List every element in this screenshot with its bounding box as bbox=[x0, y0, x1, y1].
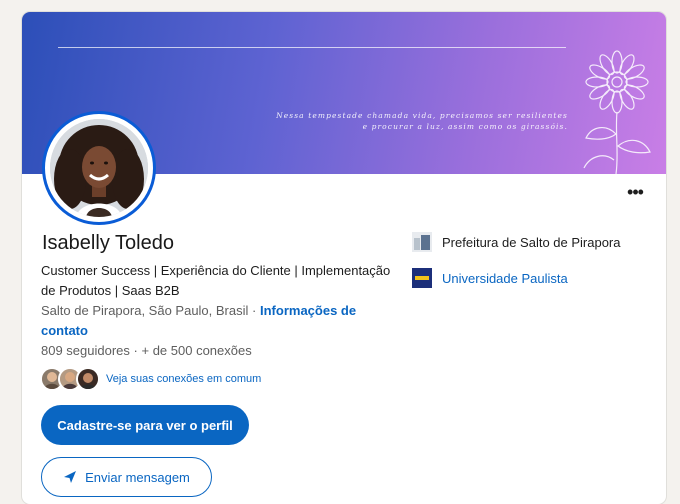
followers-count: 809 seguidores bbox=[41, 343, 130, 358]
location-separator: · bbox=[252, 303, 257, 318]
org-name: Prefeitura de Salto de Pirapora bbox=[442, 234, 621, 250]
profile-location-line: Salto de Pirapora, São Paulo, Brasil · I… bbox=[41, 301, 371, 341]
profile-headline: Customer Success | Experiência do Client… bbox=[41, 263, 391, 298]
sunflower-illustration bbox=[583, 50, 651, 174]
prefeitura-logo-icon bbox=[412, 232, 432, 252]
cover-quote: Nessa tempestade chamada vida, precisamo… bbox=[276, 111, 568, 131]
stats-separator: · bbox=[133, 343, 138, 358]
profile-photo bbox=[50, 119, 148, 217]
profile-stats: 809 seguidores · + de 500 conexões bbox=[41, 341, 252, 361]
mutual-avatar bbox=[76, 367, 100, 391]
org-name: Universidade Paulista bbox=[442, 270, 568, 286]
send-message-label: Enviar mensagem bbox=[85, 469, 190, 485]
org-item-unip[interactable]: Universidade Paulista bbox=[412, 268, 568, 288]
profile-photo-frame bbox=[42, 111, 156, 225]
mutual-connections[interactable]: Veja suas conexões em comum bbox=[40, 366, 261, 392]
more-options-icon[interactable]: ••• bbox=[622, 182, 648, 202]
connections-count: + de 500 conexões bbox=[141, 343, 252, 358]
org-item-prefeitura[interactable]: Prefeitura de Salto de Pirapora bbox=[412, 232, 621, 252]
send-icon bbox=[64, 471, 77, 483]
cover-divider bbox=[58, 47, 566, 48]
unip-logo-icon bbox=[412, 268, 432, 288]
profile-card: Nessa tempestade chamada vida, precisamo… bbox=[22, 12, 666, 504]
profile-location: Salto de Pirapora, São Paulo, Brasil bbox=[41, 303, 249, 318]
signup-to-view-profile-button[interactable]: Cadastre-se para ver o perfil bbox=[41, 405, 249, 445]
avatar[interactable] bbox=[50, 119, 148, 217]
send-message-button[interactable]: Enviar mensagem bbox=[41, 457, 212, 497]
mutual-connections-link[interactable]: Veja suas conexões em comum bbox=[106, 373, 261, 385]
profile-name: Isabelly Toledo bbox=[42, 232, 174, 254]
